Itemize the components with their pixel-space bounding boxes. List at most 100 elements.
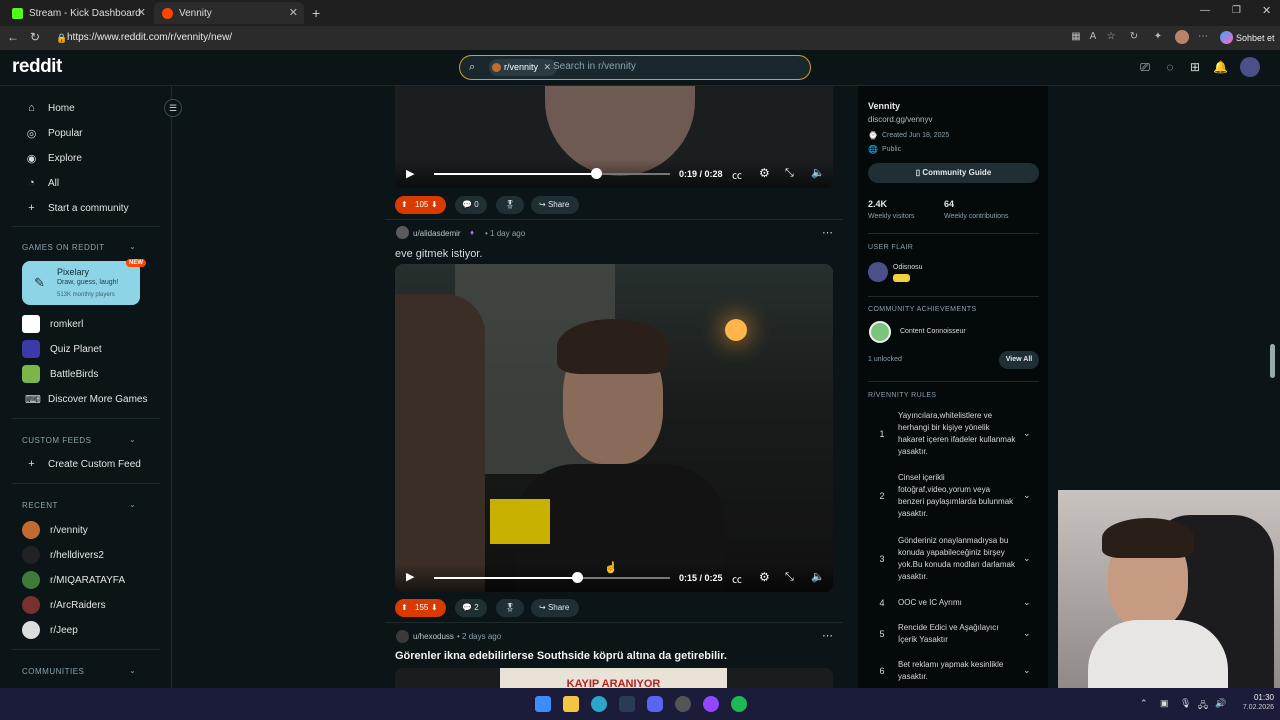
profile-avatar[interactable] bbox=[1175, 30, 1189, 44]
chat-icon[interactable]: ◌ bbox=[1163, 60, 1177, 74]
sidebar-game-battlebirds[interactable]: BattleBirds bbox=[22, 365, 98, 383]
close-icon[interactable]: ✕ bbox=[137, 6, 146, 19]
custom-feeds-header[interactable]: CUSTOM FEEDS bbox=[22, 436, 91, 445]
back-icon[interactable]: ← bbox=[5, 30, 21, 44]
recent-header[interactable]: RECENT bbox=[22, 501, 58, 510]
play-icon[interactable]: ▶ bbox=[406, 167, 414, 180]
more-icon[interactable]: ⋯ bbox=[822, 629, 833, 642]
post-author[interactable]: u/alidasdemir bbox=[413, 229, 461, 238]
sidebar-item-all[interactable]: ◔ All bbox=[25, 176, 59, 190]
reddit-logo[interactable]: reddit bbox=[12, 56, 62, 78]
spotify-icon[interactable] bbox=[731, 696, 747, 712]
rule-item[interactable]: 4 OOC ve IC Ayrımı ⌄ bbox=[876, 597, 1036, 613]
new-tab-icon[interactable]: + bbox=[312, 5, 320, 21]
sidebar-discover-games[interactable]: ⌨ Discover More Games bbox=[25, 392, 147, 406]
award-button[interactable]: 🎖 bbox=[496, 599, 524, 617]
author-avatar[interactable] bbox=[396, 226, 409, 239]
pixelary-card[interactable]: ✎ Pixelary Draw, guess, laugh! 513K mont… bbox=[22, 261, 140, 305]
recent-vennity[interactable]: r/vennity bbox=[22, 521, 88, 539]
tab-kick-dashboard[interactable]: Stream - Kick Dashboard ✕ bbox=[4, 2, 152, 24]
rule-item[interactable]: 5 Rencide Edici ve Aşağılayıcı İçerik Ya… bbox=[876, 622, 1036, 648]
sidebar-game-romkerl[interactable]: romkerl bbox=[22, 315, 83, 333]
notifications-icon[interactable]: 🔔 bbox=[1213, 60, 1228, 74]
refresh-icon[interactable]: ↻ bbox=[27, 30, 43, 44]
post-title[interactable]: eve gitmek istiyor. bbox=[395, 248, 482, 260]
file-explorer-icon[interactable] bbox=[563, 696, 579, 712]
rule-item[interactable]: 1 Yayıncılara,whitelistlere ve herhangi … bbox=[876, 410, 1036, 460]
clock-date[interactable]: 7.02.2026 bbox=[1232, 704, 1274, 711]
flair-avatar[interactable] bbox=[868, 262, 888, 282]
close-window-icon[interactable]: ✕ bbox=[1262, 4, 1271, 17]
games-section-header[interactable]: GAMES ON REDDIT bbox=[22, 243, 105, 252]
copilot-chat-button[interactable]: Sohbet et bbox=[1218, 29, 1276, 47]
recent-helldivers2[interactable]: r/helldivers2 bbox=[22, 546, 104, 564]
search-community-chip[interactable]: r/vennity ✕ bbox=[489, 59, 558, 76]
create-post-icon[interactable]: ⊞ bbox=[1188, 60, 1202, 74]
refresh-icon[interactable]: ↻ bbox=[1128, 31, 1140, 43]
sidebar-item-home[interactable]: ⌂ Home bbox=[25, 101, 75, 115]
fullscreen-icon[interactable]: ⤡ bbox=[785, 571, 794, 584]
create-custom-feed[interactable]: + Create Custom Feed bbox=[25, 457, 141, 471]
network-icon[interactable]: 🖧 bbox=[1198, 698, 1208, 714]
recent-jeep[interactable]: r/Jeep bbox=[22, 621, 78, 639]
rule-item[interactable]: 3 Gönderiniz onaylanmadıysa bu konuda ya… bbox=[876, 535, 1036, 585]
more-icon[interactable]: ⋯ bbox=[1197, 31, 1209, 43]
chevron-down-icon[interactable]: ⌄ bbox=[129, 435, 136, 444]
obs-icon[interactable] bbox=[675, 696, 691, 712]
volume-icon[interactable]: 🔈 bbox=[811, 166, 825, 179]
downvote-icon[interactable]: ⬇ bbox=[431, 599, 438, 617]
sidebar-item-explore[interactable]: ◉ Explore bbox=[25, 151, 82, 165]
captions-icon[interactable]: ㏄ bbox=[732, 167, 742, 182]
maximize-icon[interactable]: ❐ bbox=[1232, 5, 1241, 16]
communities-header[interactable]: COMMUNITIES bbox=[22, 667, 84, 676]
rule-item[interactable]: 2 Cinsel içerikli fotoğraf,video,yorum v… bbox=[876, 472, 1036, 522]
sidebar-game-quiz-planet[interactable]: Quiz Planet bbox=[22, 340, 102, 358]
steam-icon[interactable] bbox=[619, 696, 635, 712]
comments-button[interactable]: 💬 0 bbox=[455, 196, 487, 214]
sidebar-item-popular[interactable]: ◎ Popular bbox=[25, 126, 83, 140]
close-icon[interactable]: ✕ bbox=[544, 62, 552, 72]
page-scrollbar[interactable] bbox=[1270, 344, 1275, 378]
chevron-down-icon[interactable]: ⌄ bbox=[129, 500, 136, 509]
start-icon[interactable] bbox=[535, 696, 551, 712]
app-icon[interactable]: ▦ bbox=[1070, 31, 1082, 43]
settings-icon[interactable]: ⚙ bbox=[759, 166, 770, 180]
video-scrubber[interactable] bbox=[591, 168, 602, 179]
microphone-icon[interactable]: 🎙 bbox=[1180, 698, 1191, 709]
rule-item[interactable]: 6 Bet reklamı yapmak kesinlikle yasaktır… bbox=[876, 659, 1036, 687]
chevron-down-icon[interactable]: ⌄ bbox=[1023, 597, 1031, 608]
share-button[interactable]: ↪ Share bbox=[531, 196, 579, 214]
advertise-icon[interactable]: ⎚ bbox=[1138, 60, 1152, 74]
tab-vennity[interactable]: Vennity ✕ bbox=[154, 2, 304, 24]
video-scrubber[interactable] bbox=[572, 572, 583, 583]
collapse-sidebar-icon[interactable]: ☰ bbox=[164, 99, 182, 117]
author-avatar[interactable] bbox=[396, 630, 409, 643]
discord-icon[interactable] bbox=[647, 696, 663, 712]
chevron-down-icon[interactable]: ⌄ bbox=[1023, 665, 1031, 676]
community-link[interactable]: discord.gg/vennyv bbox=[868, 115, 932, 124]
comments-button[interactable]: 💬 2 bbox=[455, 599, 487, 617]
extensions-icon[interactable]: ✦ bbox=[1152, 31, 1164, 43]
tray-chevron-icon[interactable]: ⌃ bbox=[1140, 698, 1148, 709]
chevron-down-icon[interactable]: ⌄ bbox=[129, 666, 136, 675]
tray-app-icon[interactable]: ▣ bbox=[1160, 698, 1169, 709]
edge-icon[interactable] bbox=[591, 696, 607, 712]
post-video[interactable]: ▶ 0:19 / 0:28 ㏄ ⚙ ⤡ 🔈 bbox=[395, 86, 833, 188]
read-aloud-icon[interactable]: A bbox=[1087, 31, 1099, 43]
recent-arcraiders[interactable]: r/ArcRaiders bbox=[22, 596, 106, 614]
upvote-icon[interactable]: ⬆ bbox=[401, 196, 408, 214]
settings-icon[interactable]: ⚙ bbox=[759, 570, 770, 584]
share-button[interactable]: ↪ Share bbox=[531, 599, 579, 617]
more-icon[interactable]: ⋯ bbox=[822, 226, 833, 239]
clock-time[interactable]: 01:30 bbox=[1246, 693, 1274, 702]
post-title[interactable]: Görenler ikna edebilirlerse Southside kö… bbox=[395, 650, 727, 662]
chevron-down-icon[interactable]: ⌄ bbox=[1023, 490, 1031, 501]
post-author[interactable]: u/hexoduss bbox=[413, 632, 454, 641]
volume-icon[interactable]: 🔈 bbox=[811, 570, 825, 583]
view-all-button[interactable]: View All bbox=[999, 351, 1039, 369]
upvote-icon[interactable]: ⬆ bbox=[401, 599, 408, 617]
post-video[interactable]: ▶ 0:15 / 0:25 ㏄ ⚙ ⤡ 🔈 bbox=[395, 264, 833, 592]
chevron-down-icon[interactable]: ⌄ bbox=[1023, 628, 1031, 639]
award-button[interactable]: 🎖 bbox=[496, 196, 524, 214]
close-icon[interactable]: ✕ bbox=[289, 6, 298, 19]
